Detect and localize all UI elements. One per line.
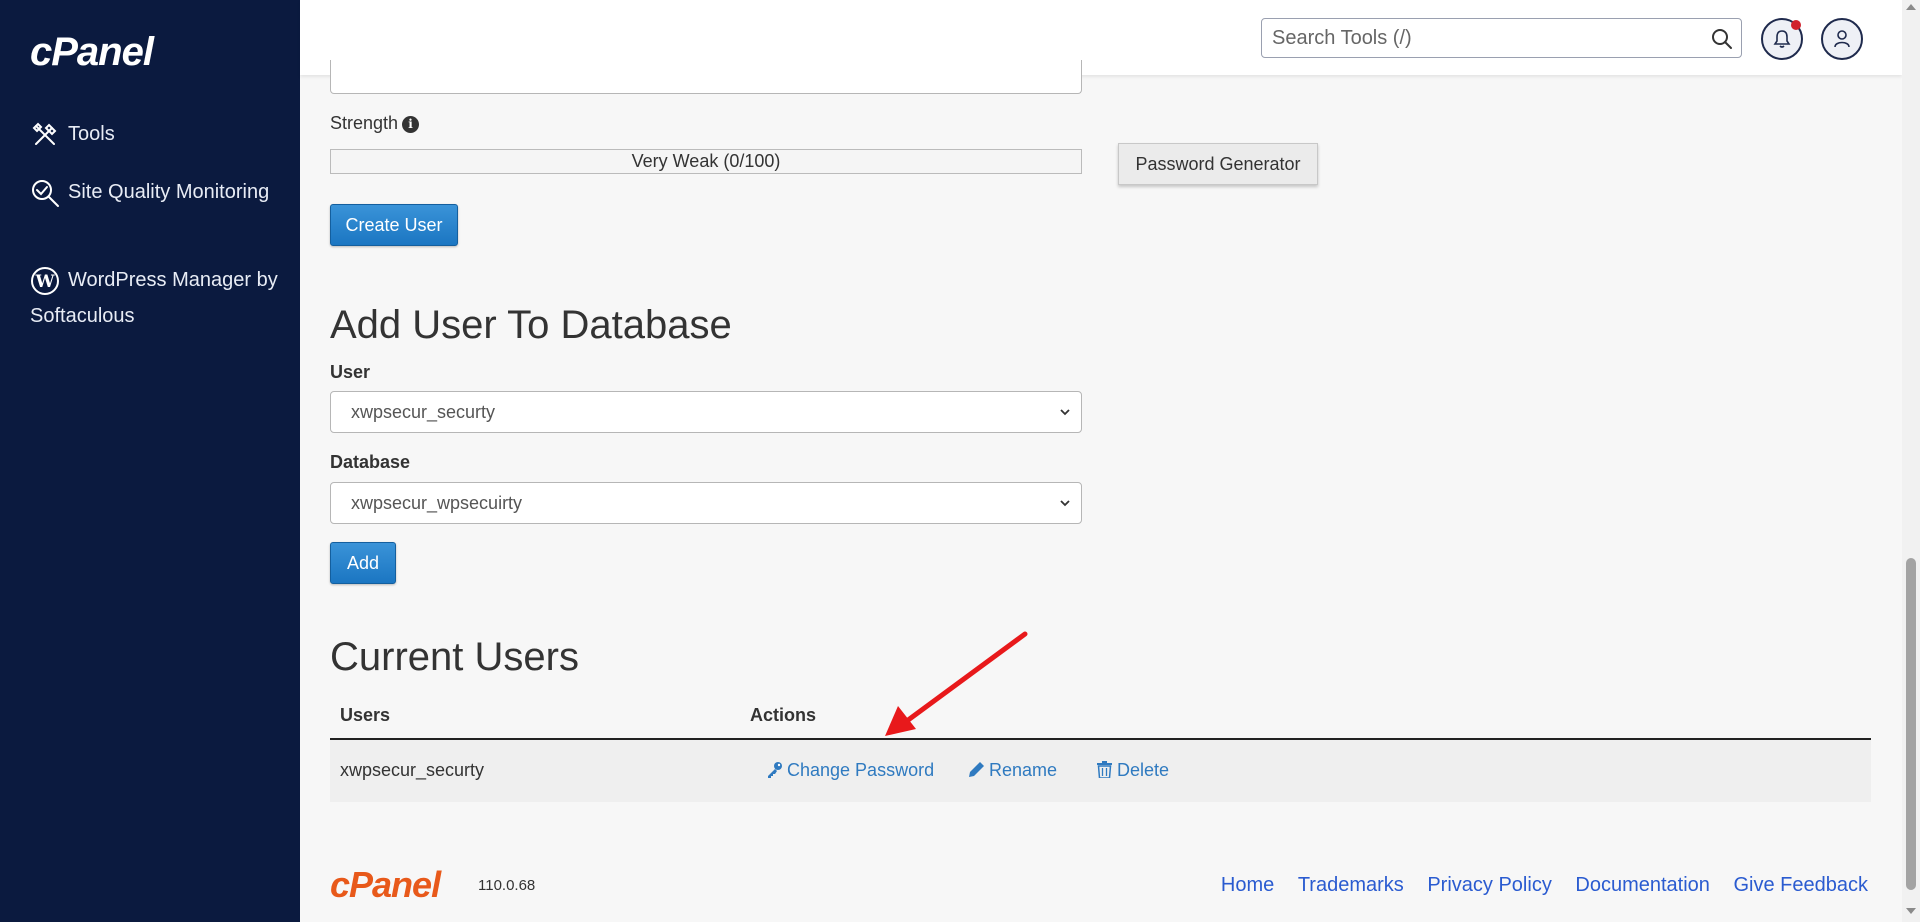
notifications-button[interactable] [1761,18,1803,60]
sidebar-item-label: WordPress Manager by Softaculous [30,269,278,327]
cpanel-logo[interactable]: cPanel [30,30,154,75]
scroll-thumb[interactable] [1906,558,1916,890]
scroll-up-arrow[interactable] [1906,4,1916,10]
sidebar-item-wordpress-manager[interactable]: W WordPress Manager by Softaculous [30,262,280,334]
table-row: xwpsecur_securty Change Password Rename … [330,740,1871,802]
password-generator-button[interactable]: Password Generator [1118,143,1318,185]
footer-cpanel-logo: cPanel [330,864,441,905]
database-select[interactable]: xwpsecur_wpsecuirty [330,482,1082,524]
table-header-row: Users Actions [330,696,1871,740]
database-label: Database [330,452,411,472]
version-number: 110.0.68 [478,877,536,894]
footer-link-documentation[interactable]: Documentation [1575,874,1710,896]
footer-link-privacy-policy[interactable]: Privacy Policy [1427,874,1551,896]
delete-label: Delete [1117,760,1170,780]
bell-icon [1773,30,1791,48]
strength-label-text: Strength [330,113,399,133]
search-box [1261,18,1742,58]
user-select-value: xwpsecur_securty [351,402,496,422]
svg-text:W: W [34,272,55,292]
footer-link-give-feedback[interactable]: Give Feedback [1733,874,1868,896]
user-select[interactable]: xwpsecur_securty [330,391,1082,433]
sidebar-item-site-quality-monitoring[interactable]: Site Quality Monitoring [30,174,280,210]
tools-icon [30,120,60,150]
user-label: User [330,362,371,382]
user-cell: xwpsecur_securty [340,760,485,780]
sidebar-item-tools[interactable]: Tools [30,116,280,152]
strength-label: Strength i [330,113,420,134]
page-scrollbar[interactable] [1902,0,1920,922]
sidebar: cPanel Tools Site Quality Monitoring W W… [0,0,300,922]
database-select-value: xwpsecur_wpsecuirty [351,493,523,513]
rename-label: Rename [989,760,1058,780]
footer-link-home[interactable]: Home [1221,874,1274,896]
change-password-link[interactable]: Change Password [766,760,934,781]
trash-icon [1097,761,1112,778]
password-again-input[interactable] [330,60,1082,94]
column-header-users: Users [340,705,391,725]
footer-links: Home Trademarks Privacy Policy Documenta… [1203,874,1868,897]
current-users-heading: Current Users [330,635,579,679]
scroll-down-arrow[interactable] [1906,908,1916,914]
notification-badge [1791,20,1801,30]
magnifier-check-icon [30,178,60,208]
delete-link[interactable]: Delete [1096,760,1169,781]
key-icon [768,762,782,778]
add-user-to-database-heading: Add User To Database [330,303,732,347]
info-icon[interactable]: i [402,116,420,133]
pencil-icon [969,762,984,777]
rename-link[interactable]: Rename [968,760,1057,781]
column-header-actions: Actions [750,705,817,725]
sidebar-item-label: Tools [68,123,115,145]
wordpress-icon: W [30,266,60,296]
user-menu-button[interactable] [1821,18,1863,60]
annotation-arrow [885,631,1028,736]
search-icon[interactable] [1711,28,1733,50]
search-input[interactable] [1262,19,1702,57]
password-strength-meter: Very Weak (0/100) [330,149,1082,174]
chevron-down-icon [1060,500,1070,507]
chevron-down-icon [1060,409,1070,416]
current-users-table: Users Actions xwpsecur_securty Change Pa… [330,696,1871,802]
change-password-label: Change Password [787,760,935,780]
footer-link-trademarks[interactable]: Trademarks [1298,874,1404,896]
sidebar-item-label: Site Quality Monitoring [68,181,270,203]
add-button[interactable]: Add [330,542,396,584]
create-user-button[interactable]: Create User [330,204,458,246]
user-icon [1834,30,1850,48]
